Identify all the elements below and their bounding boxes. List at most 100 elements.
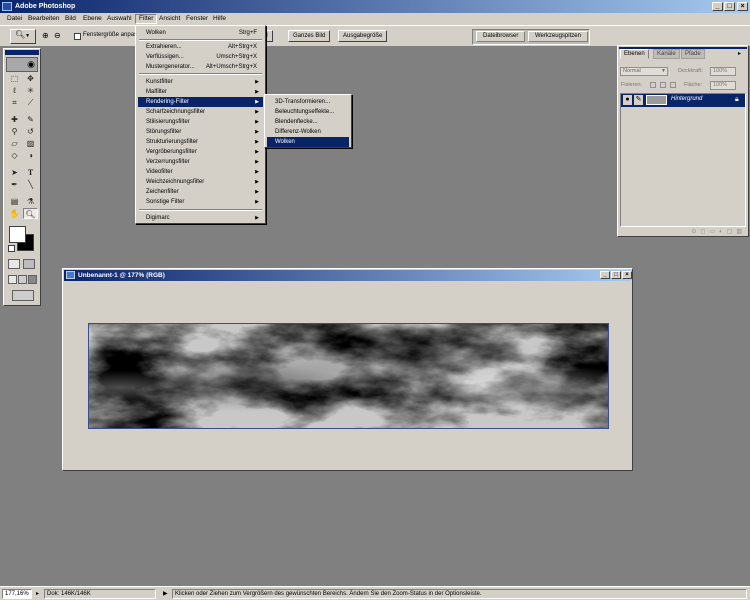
- doc-minimize-button[interactable]: _: [600, 271, 610, 279]
- menu-item-lens-flare[interactable]: Blendenflecke...: [267, 117, 349, 127]
- tab-file-browser[interactable]: Dateibrowser: [476, 31, 526, 42]
- screen-mode-standard-icon[interactable]: [8, 275, 17, 284]
- menu-bearbeiten[interactable]: Bearbeiten: [25, 14, 62, 24]
- screen-mode-full-menu-icon[interactable]: [18, 275, 27, 284]
- zoom-out-icon[interactable]: ⊖: [54, 31, 64, 41]
- history-brush-icon[interactable]: ↺: [23, 126, 38, 137]
- close-button[interactable]: ×: [737, 2, 748, 11]
- menu-item-clouds[interactable]: Wolken: [267, 137, 349, 147]
- menu-item-last-filter[interactable]: Wolken Strg+F: [138, 28, 263, 38]
- menu-bild[interactable]: Bild: [62, 14, 79, 24]
- brush-tool-icon[interactable]: ✎: [23, 114, 38, 125]
- minimize-button[interactable]: _: [712, 2, 723, 11]
- line-tool-icon[interactable]: ╲: [23, 179, 38, 190]
- menu-hilfe[interactable]: Hilfe: [210, 14, 229, 24]
- tab-paths[interactable]: Pfade: [681, 49, 705, 59]
- menu-item-render[interactable]: Rendering-Filter ▶: [138, 97, 263, 107]
- status-menu-icon[interactable]: ▸: [36, 590, 39, 597]
- zoom-in-icon[interactable]: ⊕: [42, 31, 52, 41]
- blur-tool-icon[interactable]: ◇: [7, 150, 22, 161]
- lasso-tool-icon[interactable]: ℓ: [7, 85, 22, 96]
- slice-tool-icon[interactable]: ⟋: [23, 97, 38, 108]
- menu-datei[interactable]: Datei: [4, 14, 25, 24]
- menu-item-extract[interactable]: Extrahieren... Alt+Strg+X: [138, 42, 263, 52]
- menu-ansicht[interactable]: Ansicht: [156, 14, 183, 24]
- crop-tool-icon[interactable]: ⌗: [7, 97, 22, 108]
- new-set-icon[interactable]: ▭: [709, 229, 719, 235]
- layer-row-background[interactable]: ● ✎ Hintergrund 🔒︎: [621, 94, 745, 107]
- menu-item-difference-clouds[interactable]: Differenz-Wolken: [267, 127, 349, 137]
- doc-maximize-button[interactable]: □: [611, 271, 621, 279]
- menu-item-artistic[interactable]: Kunstfilter ▶: [138, 77, 263, 87]
- tool-preset-picker[interactable]: 🔍︎▼: [10, 29, 36, 44]
- notes-tool-icon[interactable]: ▤: [7, 196, 22, 207]
- lock-position-checkbox[interactable]: [670, 82, 676, 88]
- hand-tool-icon[interactable]: ✋: [7, 208, 22, 219]
- menu-item-sharpen[interactable]: Scharfzeichnungsfilter ▶: [138, 107, 263, 117]
- menu-fenster[interactable]: Fenster: [183, 14, 211, 24]
- gradient-tool-icon[interactable]: ▨: [23, 138, 38, 149]
- eye-icon[interactable]: ●: [623, 95, 632, 105]
- new-layer-icon[interactable]: ▢: [727, 229, 737, 235]
- menu-item-brush-strokes[interactable]: Malfilter ▶: [138, 87, 263, 97]
- palette-menu-icon[interactable]: ▸: [738, 50, 741, 57]
- clouds-canvas[interactable]: [88, 323, 609, 429]
- magic-wand-icon[interactable]: ✳: [23, 85, 38, 96]
- brush-icon[interactable]: ✎: [634, 95, 643, 105]
- resize-window-checkbox[interactable]: [74, 33, 81, 40]
- blend-mode-select[interactable]: Normal ▼: [620, 67, 668, 76]
- print-size-button[interactable]: Ausgabegröße: [338, 30, 388, 42]
- screen-mode-full-icon[interactable]: [28, 275, 37, 284]
- menu-item-sketch[interactable]: Zeichenfilter ▶: [138, 187, 263, 197]
- healing-brush-icon[interactable]: ✚: [7, 114, 22, 125]
- tab-channels[interactable]: Kanäle: [653, 49, 680, 59]
- default-colors-icon[interactable]: [8, 245, 15, 252]
- app-title-bar[interactable]: Adobe Photoshop: [0, 0, 750, 13]
- adjustment-layer-icon[interactable]: ◐: [719, 229, 727, 235]
- layer-mask-icon[interactable]: ◻: [700, 229, 709, 235]
- menu-ebene[interactable]: Ebene: [80, 14, 105, 24]
- menu-item-pattern-maker[interactable]: Mustergenerator... Alt+Umsch+Strg+X: [138, 62, 263, 72]
- zoom-tool-icon[interactable]: 🔍︎: [23, 208, 38, 219]
- menu-item-texture[interactable]: Strukturierungsfilter ▶: [138, 137, 263, 147]
- type-tool-icon[interactable]: T: [23, 167, 38, 178]
- menu-item-3d-transform[interactable]: 3D-Transformieren...: [267, 97, 349, 107]
- fill-field[interactable]: 100%: [710, 81, 736, 90]
- menu-item-other[interactable]: Sonstige Filter ▶: [138, 197, 263, 207]
- lock-image-checkbox[interactable]: [660, 82, 666, 88]
- eraser-tool-icon[interactable]: ▱: [7, 138, 22, 149]
- menu-item-digimarc[interactable]: Digimarc ▶: [138, 213, 263, 223]
- menu-item-pixelate[interactable]: Vergröberungsfilter ▶: [138, 147, 263, 157]
- fit-on-screen-button[interactable]: Ganzes Bild: [288, 30, 331, 42]
- lock-transparent-checkbox[interactable]: [650, 82, 656, 88]
- clone-stamp-icon[interactable]: ⚲: [7, 126, 22, 137]
- jump-to-imageready-icon[interactable]: [12, 290, 34, 301]
- marquee-tool-icon[interactable]: ⬚: [7, 73, 22, 84]
- menu-auswahl[interactable]: Auswahl: [104, 14, 135, 24]
- menu-item-stylize[interactable]: Stilisierungsfilter ▶: [138, 117, 263, 127]
- tab-brushes[interactable]: Werkzeugspitzen: [528, 31, 588, 42]
- eyedropper-icon[interactable]: ⚗: [23, 196, 38, 207]
- tab-layers[interactable]: Ebenen: [620, 49, 649, 59]
- menu-item-video[interactable]: Videofilter ▶: [138, 167, 263, 177]
- doc-close-button[interactable]: ×: [622, 271, 632, 279]
- toolbox-header[interactable]: [5, 50, 39, 55]
- standard-mode-icon[interactable]: [8, 259, 20, 269]
- maximize-button[interactable]: □: [724, 2, 735, 11]
- zoom-level-field[interactable]: 177,16%: [2, 589, 32, 599]
- menu-item-distort[interactable]: Verzerrungsfilter ▶: [138, 157, 263, 167]
- move-tool-icon[interactable]: ✥: [23, 73, 38, 84]
- adobe-online-button[interactable]: ◉: [6, 57, 38, 72]
- delete-layer-icon[interactable]: ▥: [736, 229, 746, 235]
- pen-tool-icon[interactable]: ✒: [7, 179, 22, 190]
- menu-item-lighting-effects[interactable]: Beleuchtungseffekte...: [267, 107, 349, 117]
- opacity-field[interactable]: 100%: [710, 67, 736, 76]
- menu-item-noise[interactable]: Störungsfilter ▶: [138, 127, 263, 137]
- dodge-tool-icon[interactable]: ◑: [23, 150, 38, 161]
- document-title-bar[interactable]: Unbenannt-1 @ 177% (RGB): [64, 270, 631, 281]
- quick-mask-icon[interactable]: [23, 259, 35, 269]
- menu-item-liquify[interactable]: Verflüssigen... Umsch+Strg+X: [138, 52, 263, 62]
- path-select-icon[interactable]: ➤: [7, 167, 22, 178]
- foreground-color-swatch[interactable]: [9, 226, 26, 243]
- menu-filter[interactable]: Filter: [135, 14, 158, 24]
